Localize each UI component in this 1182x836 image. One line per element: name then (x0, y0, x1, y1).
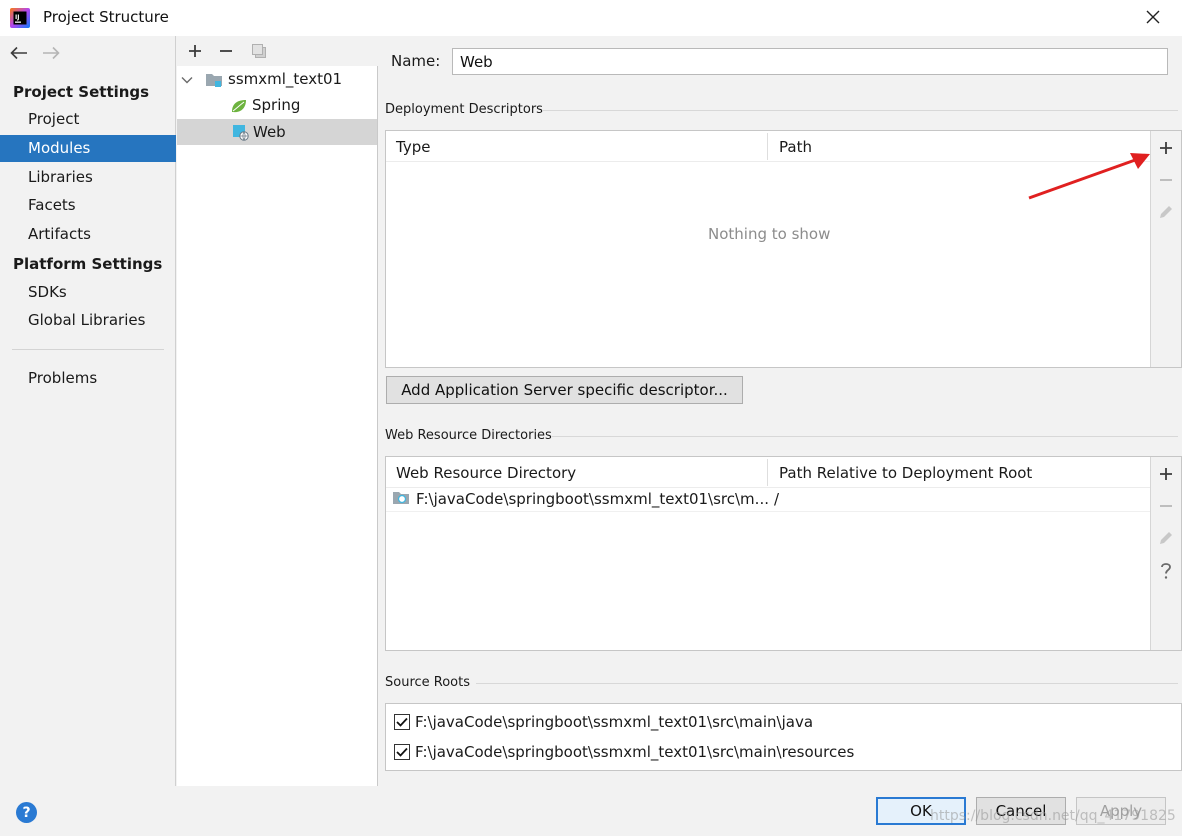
sidebar-item-facets[interactable]: Facets (0, 192, 176, 219)
web-resources-table (385, 456, 1182, 651)
help-web-resource-icon[interactable] (1155, 560, 1177, 582)
empty-table-text: Nothing to show (708, 225, 831, 243)
tree-item-spring[interactable]: Spring (230, 93, 300, 118)
svg-text:IJ: IJ (15, 14, 19, 21)
help-icon[interactable]: ? (16, 802, 37, 823)
annotation-arrow-icon (1026, 150, 1154, 202)
close-icon[interactable] (1140, 4, 1166, 30)
sidebar-item-libraries[interactable]: Libraries (0, 164, 176, 191)
tree-item-label: Spring (252, 96, 301, 114)
source-root-checkbox[interactable] (394, 714, 410, 730)
remove-web-resource-icon[interactable] (1155, 495, 1177, 517)
web-resource-directory-value: F:\javaCode\springboot\ssmxml_text01\src… (416, 490, 769, 508)
sidebar-item-artifacts[interactable]: Artifacts (0, 221, 176, 248)
web-resources-side-toolbar (1150, 457, 1181, 650)
descriptor-side-toolbar (1150, 131, 1181, 367)
column-header-web-resource-directory[interactable]: Web Resource Directory (396, 464, 576, 482)
group-divider (552, 436, 1178, 437)
deployment-descriptors-title: Deployment Descriptors (385, 102, 543, 117)
column-header-path[interactable]: Path (779, 138, 812, 156)
add-web-resource-icon[interactable] (1155, 463, 1177, 485)
edit-web-resource-icon[interactable] (1155, 527, 1177, 549)
module-folder-icon (205, 72, 223, 88)
group-divider (542, 110, 1178, 111)
remove-descriptor-icon[interactable] (1155, 169, 1177, 191)
column-separator (767, 459, 768, 486)
add-server-descriptor-button[interactable]: Add Application Server specific descript… (386, 376, 743, 404)
platform-settings-header: Platform Settings (13, 255, 163, 273)
back-arrow-icon[interactable] (8, 42, 30, 64)
relative-path-value: / (774, 490, 780, 508)
module-tree-panel (177, 36, 378, 786)
chevron-down-icon[interactable] (181, 76, 197, 84)
edit-descriptor-icon[interactable] (1155, 201, 1177, 223)
tree-item-ssmxml-text01[interactable]: ssmxml_text01 (181, 67, 342, 92)
group-divider (476, 683, 1178, 684)
name-label: Name: (391, 52, 441, 70)
source-roots-title: Source Roots (385, 675, 471, 690)
tree-item-label: Web (253, 123, 286, 141)
source-root-checkbox[interactable] (394, 744, 410, 760)
column-separator (767, 133, 768, 160)
spring-leaf-icon (230, 98, 248, 114)
intellij-app-icon: IJ (10, 8, 30, 28)
watermark-text: https://blog.csdn.net/qq_41791825 (930, 808, 1176, 824)
sidebar-item-global-libraries[interactable]: Global Libraries (0, 307, 176, 334)
column-header-type[interactable]: Type (396, 138, 430, 156)
window-title: Project Structure (43, 8, 169, 26)
copy-icon[interactable] (248, 40, 270, 62)
web-facet-icon (232, 124, 249, 141)
web-folder-icon (392, 490, 410, 506)
column-header-relative-path[interactable]: Path Relative to Deployment Root (779, 464, 1032, 482)
project-settings-header: Project Settings (13, 83, 150, 101)
tree-item-web[interactable]: Web (232, 120, 286, 145)
sidebar-item-modules[interactable]: Modules (0, 135, 176, 162)
remove-icon[interactable] (215, 40, 237, 62)
module-tree-toolbar (177, 36, 378, 66)
sidebar-item-sdks[interactable]: SDKs (0, 279, 176, 306)
sidebar-item-project[interactable]: Project (0, 106, 176, 133)
source-root-path: F:\javaCode\springboot\ssmxml_text01\src… (415, 743, 855, 761)
name-input[interactable] (452, 48, 1168, 75)
title-bar (0, 0, 1182, 36)
add-icon[interactable] (184, 40, 206, 62)
tree-item-label: ssmxml_text01 (228, 70, 343, 88)
add-descriptor-icon[interactable] (1155, 137, 1177, 159)
sidebar-divider (12, 349, 164, 350)
sidebar-item-problems[interactable]: Problems (0, 365, 176, 392)
source-root-path: F:\javaCode\springboot\ssmxml_text01\src… (415, 713, 814, 731)
forward-arrow-icon[interactable] (40, 42, 62, 64)
web-resource-directories-title: Web Resource Directories (385, 428, 552, 443)
